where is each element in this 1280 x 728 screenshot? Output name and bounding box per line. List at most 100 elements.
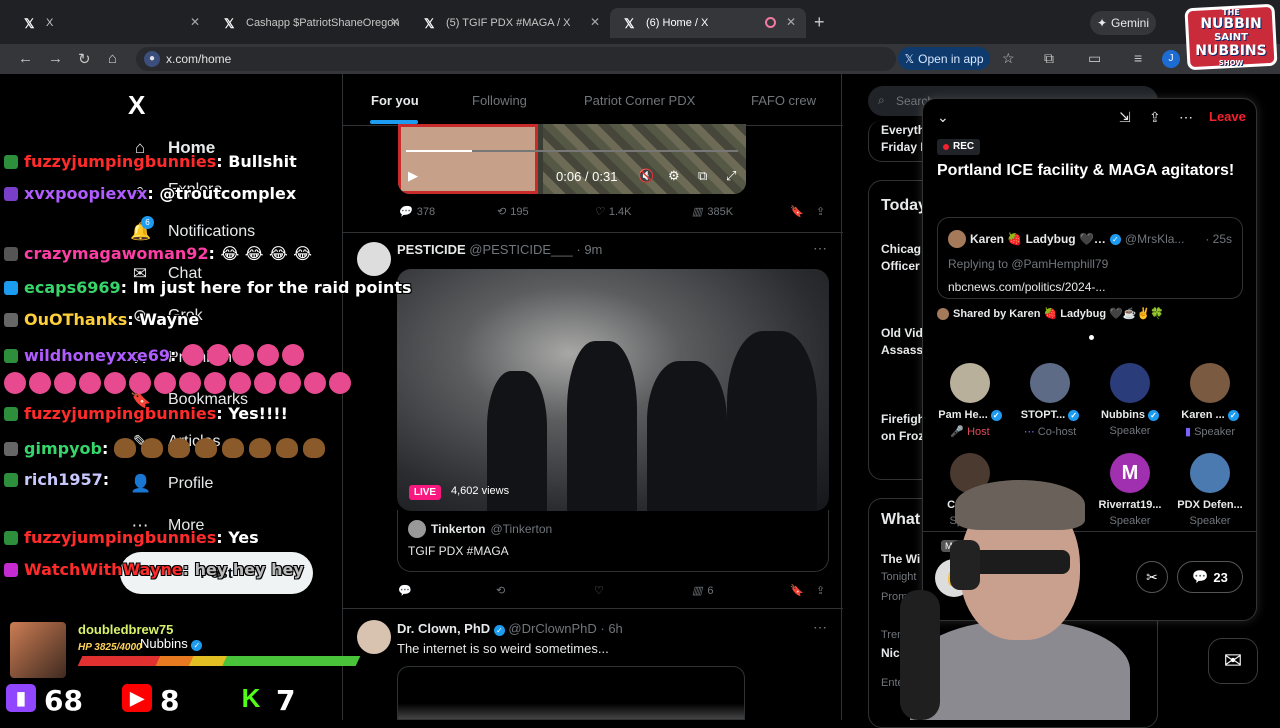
live-video[interactable]: LIVE 4,602 views (397, 269, 829, 511)
gemini-label: Gemini (1111, 16, 1150, 30)
browser-tab[interactable]: 𝕏 (5) TGIF PDX #MAGA / X ✕ (410, 8, 610, 38)
open-in-app-button[interactable]: 𝕏 Open in app (898, 47, 990, 70)
bookmark-button[interactable]: 🔖 (790, 205, 804, 218)
avatar (1190, 453, 1230, 493)
share-icon[interactable]: ⇪ (816, 584, 825, 597)
author-handle[interactable]: @PESTICIDE___ (469, 242, 573, 257)
minimize-icon[interactable]: ⇲ (1119, 109, 1131, 126)
news-item[interactable]: Firefigh on Froz (881, 411, 925, 445)
mute-icon[interactable]: 🔇 (638, 168, 654, 184)
close-icon[interactable]: ✕ (786, 15, 796, 29)
extensions-icon[interactable]: ⧉ (1044, 50, 1054, 67)
twitch-icon: ▮ (6, 684, 36, 712)
shared-link[interactable]: nbcnews.com/politics/2024-... (948, 280, 1232, 294)
author-name[interactable]: Dr. Clown, PhD (397, 621, 490, 636)
page-indicator (1089, 335, 1094, 340)
messages-icon[interactable]: ✉ (1208, 638, 1258, 684)
reply-count: 23 (1213, 569, 1228, 585)
reload-icon[interactable]: ↻ (78, 50, 91, 68)
chat-message: fuzzyjumpingbunnies: Yes!!!! (4, 404, 288, 423)
author-handle[interactable]: @DrClownPhD (508, 621, 596, 636)
forward-icon[interactable]: → (48, 50, 63, 67)
speaking-icon: ▮ (1184, 426, 1191, 438)
close-icon[interactable]: ✕ (190, 15, 200, 29)
avatar[interactable] (357, 242, 391, 276)
settings-icon[interactable]: ⚙ (668, 168, 680, 184)
back-icon[interactable]: ← (18, 50, 33, 67)
replies-button[interactable]: 💬 23 (1177, 561, 1243, 593)
verified-icon: ✓ (1148, 409, 1159, 421)
space-title: Portland ICE facility & MAGA agitators! (937, 162, 1235, 179)
chat-message: ecaps6969: Im just here for the raid poi… (4, 278, 412, 297)
share-icon[interactable]: ⇪ (1149, 109, 1161, 126)
menu-icon[interactable]: ≡ (1134, 50, 1142, 66)
x-icon: 𝕏 (624, 16, 635, 31)
tab-following[interactable]: Following (472, 93, 527, 108)
x-logo[interactable]: X (128, 90, 145, 121)
play-icon[interactable]: ▶ (408, 168, 418, 184)
browser-tab[interactable]: 𝕏 Cashapp $PatriotShaneOregon ✕ (210, 8, 410, 38)
views-button[interactable]: ▥ 6 (692, 584, 714, 598)
browser-tab[interactable]: 𝕏 X ✕ (10, 8, 210, 38)
sidebar-item-notifications[interactable]: 🔔 6 Notifications (130, 216, 255, 242)
more-icon[interactable]: ⋯ (813, 619, 827, 636)
url-bar[interactable]: ● x.com/home (136, 47, 896, 71)
sidebar-item-label: Profile (168, 475, 214, 492)
participant[interactable]: PDX Defen... Speaker (1170, 453, 1250, 527)
video-progress-bar[interactable] (406, 150, 738, 152)
tab-for-you[interactable]: For you (371, 93, 419, 108)
timeline-tabs: For you Following Patriot Corner PDX FAF… (343, 74, 843, 126)
home-icon[interactable]: ⌂ (108, 50, 117, 67)
tab-fafo-crew[interactable]: FAFO crew (751, 93, 816, 108)
webcam-hair (955, 480, 1085, 530)
views-button[interactable]: ▥ 385K (692, 205, 733, 219)
news-item[interactable]: Chicag Officer (881, 241, 921, 275)
youtube-viewer-count: 8 (160, 684, 180, 717)
chevron-down-icon[interactable]: ⌄ (937, 109, 949, 126)
reply-icon[interactable]: 💬 (398, 584, 412, 597)
participant[interactable]: Pam He... ✓ 🎤 Host (930, 363, 1010, 438)
sidebar-item-profile[interactable]: 👤 Profile (130, 474, 213, 494)
participant[interactable]: Karen ... ✓ ▮ Speaker (1170, 363, 1250, 438)
youtube-icon: ▶ (122, 684, 152, 712)
gemini-button[interactable]: ✦ Gemini (1090, 11, 1156, 35)
new-tab-button[interactable]: + (814, 12, 825, 33)
more-icon[interactable]: ⋯ (1179, 109, 1193, 126)
shared-post-author: Karen 🍓 Ladybug 🖤… ✓ @MrsKla... · 25s (948, 230, 1232, 248)
heart-icon[interactable]: ♡ (594, 584, 604, 597)
repost-button[interactable]: ⟲ 195 (496, 205, 529, 219)
role-label: ▮ Speaker (1184, 426, 1236, 438)
verified-icon: ✓ (493, 625, 505, 636)
role-label: 🎤 Host (950, 426, 990, 438)
post-media[interactable] (397, 666, 745, 720)
bookmark-icon[interactable]: 🔖 (790, 584, 804, 597)
clip-button[interactable]: ✂ (1136, 561, 1168, 593)
fullscreen-icon[interactable]: ⤢ (726, 168, 736, 184)
reply-button[interactable]: 💬 378 (398, 205, 435, 219)
participant[interactable]: STOPT... ✓ ⋯ Co-host (1010, 363, 1090, 438)
author-name[interactable]: PESTICIDE (397, 242, 466, 257)
quoted-broadcast-card[interactable]: Tinkerton @Tinkerton TGIF PDX #MAGA (397, 510, 829, 572)
browser-tab-active[interactable]: 𝕏 (6) Home / X ✕ (610, 8, 806, 38)
chart-icon: ▥ (692, 585, 703, 597)
chat-message: fuzzyjumpingbunnies: Bullshit (4, 152, 297, 171)
repost-icon[interactable]: ⟲ (496, 584, 505, 597)
video-time: 0:06 / 0:31 (556, 168, 618, 184)
site-info-icon[interactable]: ● (144, 51, 160, 67)
pip-icon[interactable]: ⧉ (698, 168, 707, 184)
more-icon[interactable]: ⋯ (813, 240, 827, 257)
video-player[interactable]: ▶ 0:06 / 0:31 🔇 ⚙ ⧉ ⤢ (398, 124, 746, 194)
leave-button[interactable]: Leave (1209, 109, 1246, 124)
share-button[interactable]: ⇪ (816, 205, 825, 218)
close-icon[interactable]: ✕ (590, 15, 600, 29)
like-button[interactable]: ♡ 1.4K (594, 205, 632, 219)
close-icon[interactable]: ✕ (390, 15, 400, 29)
tab-patriot-corner-pdx[interactable]: Patriot Corner PDX (584, 93, 695, 108)
participant[interactable]: Nubbins ✓ Speaker (1090, 363, 1170, 437)
profile-avatar[interactable]: J (1162, 50, 1180, 68)
cast-icon[interactable]: ▭ (1088, 50, 1101, 67)
news-item[interactable]: Old Vid Assass (881, 325, 923, 359)
chat-message: WatchWithWayne: hey hey hey (4, 560, 304, 579)
star-icon[interactable]: ☆ (1002, 50, 1015, 67)
shared-post[interactable]: Karen 🍓 Ladybug 🖤… ✓ @MrsKla... · 25s Reply… (937, 217, 1243, 299)
